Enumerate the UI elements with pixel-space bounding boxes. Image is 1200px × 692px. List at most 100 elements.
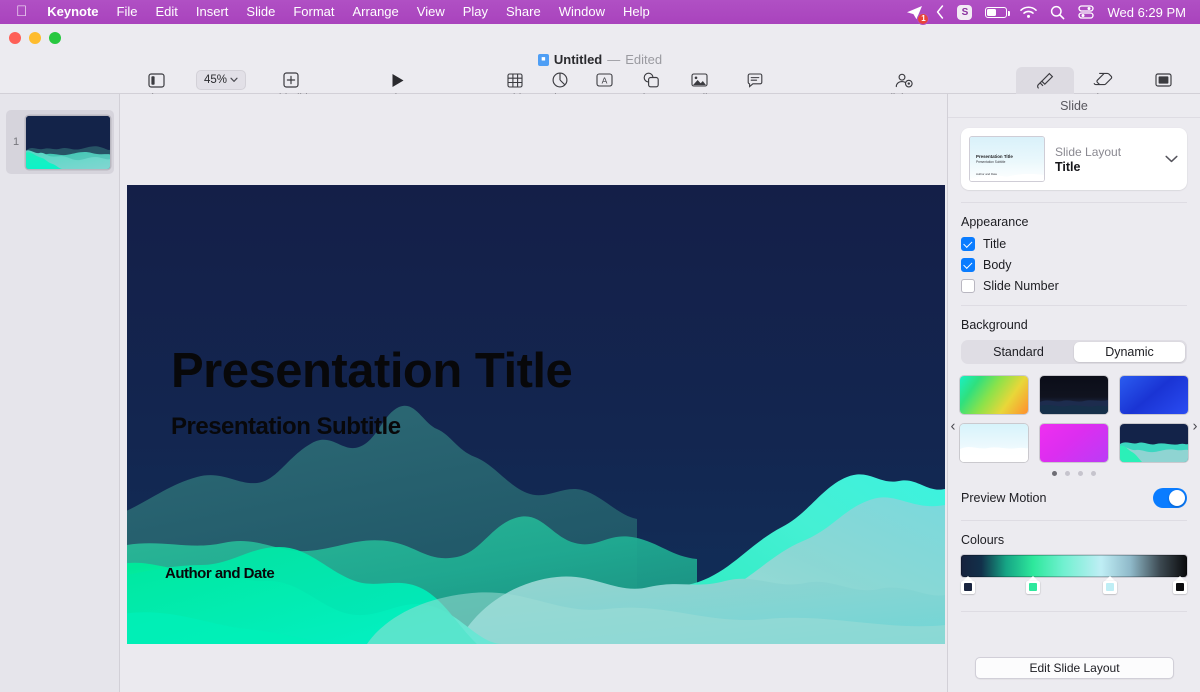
document-title-bar: ■ Untitled — Edited xyxy=(0,52,1200,67)
format-inspector-panel: Slide Presentation Title Presentation Su… xyxy=(947,94,1200,692)
menu-bar:  Keynote File Edit Insert Slide Format … xyxy=(0,0,1200,25)
gradient-stop-4[interactable] xyxy=(1173,576,1188,594)
plus-box-icon xyxy=(283,69,299,91)
slide-editing-surface[interactable]: Presentation Title Presentation Subtitle… xyxy=(127,185,945,644)
minimise-button[interactable] xyxy=(29,32,41,44)
window-controls xyxy=(9,32,61,44)
colour-gradient-bar[interactable] xyxy=(961,555,1187,577)
svg-text:A: A xyxy=(602,76,608,86)
close-button[interactable] xyxy=(9,32,21,44)
page-dot-3[interactable] xyxy=(1078,471,1083,476)
appearance-option-title[interactable]: Title xyxy=(961,237,1187,251)
slide-title-text[interactable]: Presentation Title xyxy=(171,347,573,396)
menu-share[interactable]: Share xyxy=(497,0,550,24)
title-checkbox-label: Title xyxy=(983,237,1007,251)
paintbrush-icon xyxy=(1036,69,1054,91)
menu-keynote[interactable]: Keynote xyxy=(38,0,107,24)
divider xyxy=(961,611,1187,612)
preview-motion-toggle[interactable] xyxy=(1153,488,1187,508)
preview-motion-row[interactable]: Preview Motion xyxy=(961,488,1187,508)
divider xyxy=(961,202,1187,203)
body-checkbox-label: Body xyxy=(983,258,1012,272)
swatch-rainbow-gradient[interactable] xyxy=(960,376,1028,414)
slide-layout-card[interactable]: Presentation Title Presentation Subtitle… xyxy=(961,128,1187,190)
shottr-s-icon[interactable]: S xyxy=(957,4,973,20)
menu-slide[interactable]: Slide xyxy=(237,0,284,24)
menu-bar-clock[interactable]: Wed 6:29 PM xyxy=(1107,5,1186,20)
table-grid-icon xyxy=(506,69,523,91)
zoom-popup[interactable]: 45% xyxy=(195,70,247,90)
swatch-soft-white-clouds[interactable] xyxy=(960,424,1028,462)
telegram-icon[interactable]: 1 xyxy=(906,5,930,25)
swatch-magenta-gradient[interactable] xyxy=(1040,424,1108,462)
menu-insert[interactable]: Insert xyxy=(187,0,238,24)
document-edit-state: Edited xyxy=(625,52,663,67)
page-dot-4[interactable] xyxy=(1091,471,1096,476)
gradient-stop-2[interactable] xyxy=(1026,576,1041,594)
page-dot-2[interactable] xyxy=(1065,471,1070,476)
wifi-icon[interactable] xyxy=(1020,5,1038,19)
slide-author-text[interactable]: Author and Date xyxy=(165,565,275,582)
menu-help[interactable]: Help xyxy=(614,0,659,24)
keynote-window: ■ Untitled — Edited View 45% Add Sl xyxy=(0,24,1200,692)
chevron-down-icon[interactable] xyxy=(1165,150,1178,168)
slide-thumbnail[interactable] xyxy=(26,115,110,169)
play-triangle-icon xyxy=(391,69,405,91)
menu-edit[interactable]: Edit xyxy=(147,0,187,24)
menu-arrange[interactable]: Arrange xyxy=(344,0,408,24)
appearance-heading: Appearance xyxy=(961,215,1029,229)
swatch-blue-gradient[interactable] xyxy=(1120,376,1188,414)
shapes-icon xyxy=(643,69,660,91)
document-icon xyxy=(1154,69,1172,91)
background-swatch-picker: ‹ › xyxy=(948,376,1200,476)
edit-slide-layout-button[interactable]: Edit Slide Layout xyxy=(975,657,1174,679)
person-gear-icon xyxy=(895,69,914,91)
segment-dynamic[interactable]: Dynamic xyxy=(1074,342,1185,362)
chevron-right-icon[interactable]: › xyxy=(1188,418,1200,435)
apple-menu-icon[interactable]:  xyxy=(8,4,38,21)
menu-format[interactable]: Format xyxy=(284,0,343,24)
chevron-left-icon[interactable]: ‹ xyxy=(946,418,960,435)
segment-standard[interactable]: Standard xyxy=(963,342,1074,362)
menu-view[interactable]: View xyxy=(408,0,454,24)
divider xyxy=(961,520,1187,521)
slide-canvas[interactable]: Presentation Title Presentation Subtitle… xyxy=(120,94,947,692)
preview-motion-label: Preview Motion xyxy=(961,491,1047,505)
spotlight-search-icon[interactable] xyxy=(1050,5,1065,20)
background-type-segmented-control[interactable]: Standard Dynamic xyxy=(961,340,1187,364)
control-centre-icon[interactable] xyxy=(1078,5,1095,19)
menu-file[interactable]: File xyxy=(108,0,147,24)
background-heading: Background xyxy=(961,318,1028,332)
appearance-option-slide-number[interactable]: Slide Number xyxy=(961,279,1187,293)
slide-navigator[interactable]: 1 xyxy=(0,94,120,692)
chevron-left-icon[interactable] xyxy=(936,5,944,19)
title-checkbox[interactable] xyxy=(961,237,975,251)
navigator-slide-1[interactable]: 1 xyxy=(6,110,114,174)
page-dot-1[interactable] xyxy=(1052,471,1057,476)
menu-play[interactable]: Play xyxy=(454,0,497,24)
body-checkbox[interactable] xyxy=(961,258,975,272)
speech-bubble-icon xyxy=(747,69,763,91)
battery-icon[interactable] xyxy=(985,6,1010,18)
colour-gradient-stops xyxy=(960,576,1188,595)
layout-thumb-author: Author and Date xyxy=(976,172,998,176)
layout-thumb-subtitle: Presentation Subtitle xyxy=(976,160,1006,164)
slide-subtitle-text[interactable]: Presentation Subtitle xyxy=(171,413,401,441)
slide-number-label: 1 xyxy=(12,136,20,148)
layout-thumb-title: Presentation Title xyxy=(976,154,1013,159)
slide-number-checkbox[interactable] xyxy=(961,279,975,293)
document-name[interactable]: Untitled xyxy=(554,52,602,67)
gradient-stop-1[interactable] xyxy=(960,576,975,594)
zoom-value: 45% xyxy=(203,74,228,86)
photo-icon xyxy=(690,69,708,91)
appearance-option-body[interactable]: Body xyxy=(961,258,1187,272)
divider xyxy=(961,305,1187,306)
swatch-grid xyxy=(959,376,1189,462)
swatch-jade-cliffs[interactable] xyxy=(1120,424,1188,462)
swatch-jade-cliffs-night[interactable] xyxy=(1040,376,1108,414)
pie-chart-icon xyxy=(552,69,568,91)
slide-layout-label: Slide Layout xyxy=(1055,144,1122,159)
menu-window[interactable]: Window xyxy=(550,0,614,24)
gradient-stop-3[interactable] xyxy=(1103,576,1118,594)
maximise-button[interactable] xyxy=(49,32,61,44)
